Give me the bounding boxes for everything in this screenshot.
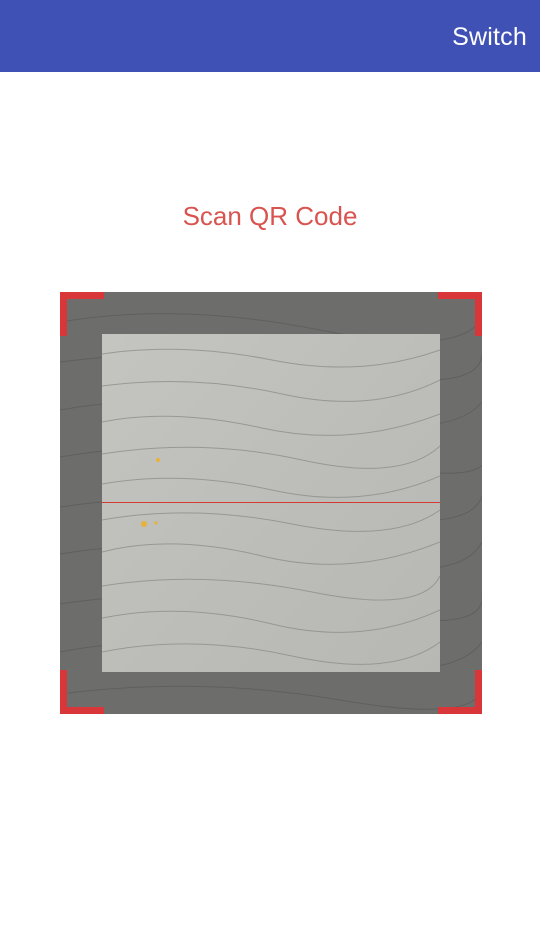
camera-preview-center xyxy=(102,334,440,672)
corner-top-left xyxy=(60,292,104,336)
corner-bottom-right xyxy=(438,670,482,714)
switch-button[interactable]: Switch xyxy=(452,20,527,54)
scanner-frame[interactable] xyxy=(60,292,482,714)
app-bar: Switch xyxy=(0,0,540,72)
corner-top-right xyxy=(438,292,482,336)
corner-bottom-left xyxy=(60,670,104,714)
scan-line xyxy=(102,502,440,503)
scan-title: Scan QR Code xyxy=(182,201,358,231)
scan-window xyxy=(102,334,440,672)
